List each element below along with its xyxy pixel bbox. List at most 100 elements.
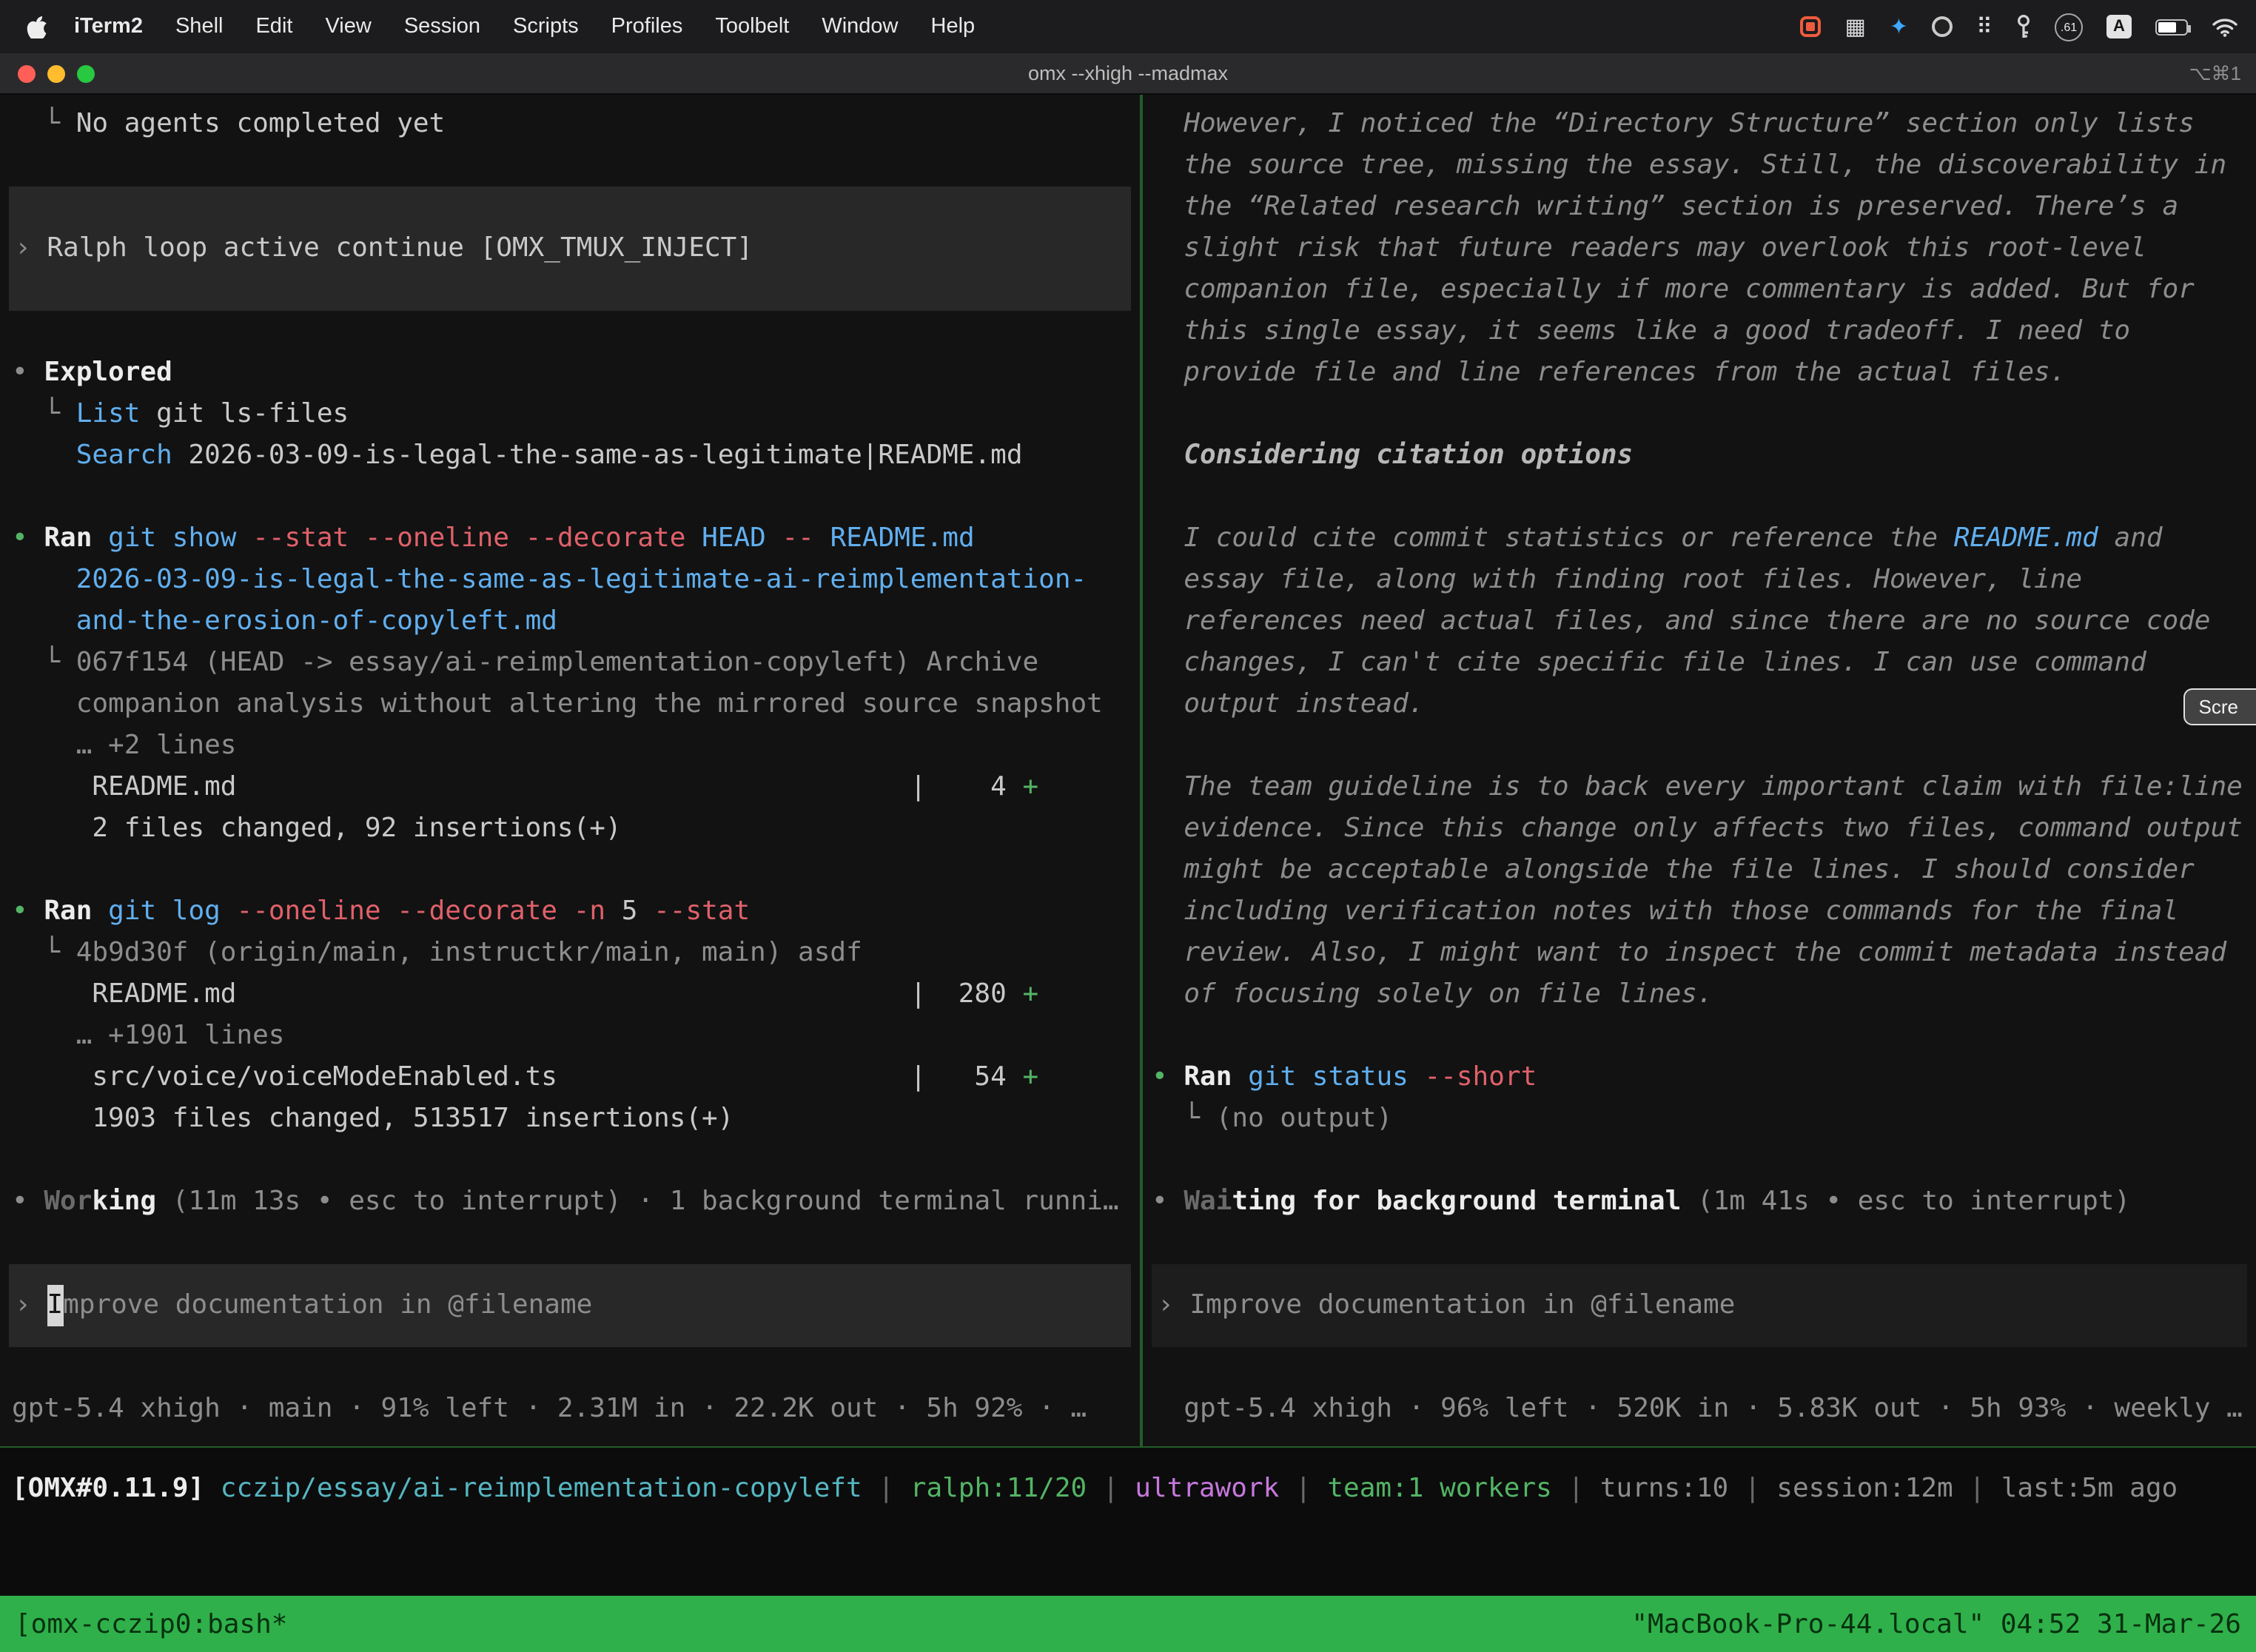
agent-summary-line: └ No agents completed yet [0, 104, 1140, 145]
prompt-input[interactable]: › Improve documentation in @filename [9, 1264, 1131, 1347]
text-segment: review. Also, I might want to inspect th… [1152, 937, 2226, 968]
tmux-status-bar: [omx-cczip0:bash* "MacBook-Pro-44.local"… [0, 1596, 2256, 1652]
text-segment: No agents completed yet [76, 108, 446, 139]
blank-line [0, 1223, 1140, 1264]
key-icon[interactable] [2016, 14, 2031, 39]
text-segment: (no output) [1216, 1103, 1392, 1134]
reasoning-line: companion file, especially if more comme… [1143, 269, 2256, 311]
menu-item-toolbelt[interactable]: Toolbelt [699, 15, 805, 38]
menu-item-edit[interactable]: Edit [239, 15, 309, 38]
close-button[interactable] [18, 65, 36, 83]
text-segment [12, 564, 76, 595]
separator: | [1552, 1473, 1600, 1504]
reasoning-line: might be acceptable alongside the file l… [1143, 850, 2256, 891]
tmux-session-label: [omx-cczip0:bash* [15, 1608, 287, 1639]
blank-line [0, 477, 1140, 518]
reasoning-line: The team guideline is to back every impo… [1143, 767, 2256, 808]
text-segment: essay file, along with finding root file… [1152, 564, 2082, 595]
spark-icon[interactable]: ✦ [1890, 16, 1908, 38]
input-source-indicator[interactable]: A [2106, 15, 2132, 38]
command-line: • Ran git status --short [1143, 1057, 2256, 1098]
traffic-lights [18, 65, 95, 83]
session-status-line: gpt-5.4 xhigh · 96% left · 520K in · 5.8… [1143, 1389, 2256, 1430]
text-segment: └ [12, 937, 76, 968]
reasoning-line: changes, I can't cite specific file line… [1143, 642, 2256, 684]
text-segment: src/voice/voiceModeEnabled.ts | 54 [12, 1061, 1022, 1092]
text-segment: evidence. Since this change only affects… [1152, 813, 2243, 844]
command-output-line: └ 067f154 (HEAD -> essay/ai-reimplementa… [0, 642, 1140, 684]
text-segment: -n [574, 896, 605, 927]
text-segment: Search [76, 440, 172, 471]
app-menu[interactable]: iTerm2 [58, 15, 159, 38]
command-line: • Ran git log --oneline --decorate -n 5 … [0, 891, 1140, 933]
text-segment [92, 896, 108, 927]
menu-item-profiles[interactable]: Profiles [595, 15, 699, 38]
menu-item-help[interactable]: Help [915, 15, 992, 38]
text-segment: List [76, 398, 141, 429]
text-segment: • [12, 523, 44, 554]
text-segment: Ran [44, 523, 92, 554]
reasoning-line: the source tree, missing the essay. Stil… [1143, 145, 2256, 187]
team-label: team:1 workers [1327, 1473, 1551, 1504]
text-segment: Ran [44, 896, 92, 927]
text-segment: Ran [1184, 1061, 1232, 1092]
text-segment: the source tree, missing the essay. Stil… [1152, 150, 2226, 181]
text-segment: of focusing solely on file lines. [1152, 978, 1713, 1010]
prompt-input[interactable]: › Improve documentation in @filename [1152, 1264, 2247, 1347]
tmux-pane-right[interactable]: However, I noticed the “Directory Struct… [1143, 95, 2256, 1446]
zoom-button[interactable] [77, 65, 95, 83]
tmux-pane-left[interactable]: └ No agents completed yet › Ralph loop ac… [0, 95, 1140, 1446]
blank-line [1143, 394, 2256, 435]
menu-item-window[interactable]: Window [805, 15, 914, 38]
text-segment [204, 1473, 221, 1504]
text-segment: + [1022, 1061, 1038, 1092]
text-segment: git status [1248, 1061, 1409, 1092]
dots-grid-icon[interactable]: ⠿ [1976, 16, 1993, 38]
text-segment: … +1901 lines [12, 1020, 284, 1051]
text-segment: Explored [44, 357, 172, 388]
text-segment: • [1152, 1186, 1184, 1217]
menu-item-session[interactable]: Session [388, 15, 497, 38]
text-segment [92, 523, 108, 554]
minimize-button[interactable] [47, 65, 65, 83]
text-segment: README.md | 4 [12, 771, 1022, 802]
text-cursor: I [47, 1285, 63, 1326]
menu-item-shell[interactable]: Shell [159, 15, 240, 38]
menu-item-view[interactable]: View [309, 15, 387, 38]
apple-menu[interactable] [18, 16, 58, 38]
text-segment: --oneline --decorate [237, 896, 558, 927]
text-segment: slight risk that future readers may over… [1152, 232, 2146, 263]
wifi-icon[interactable] [2212, 16, 2238, 37]
reasoning-line: references need actual files, and since … [1143, 601, 2256, 642]
menu-item-scripts[interactable]: Scripts [497, 15, 595, 38]
text-segment [12, 605, 76, 637]
reasoning-line: provide file and line references from th… [1143, 352, 2256, 394]
text-segment: git ls-files [140, 398, 349, 429]
text-segment [221, 896, 237, 927]
screen-recording-indicator-icon[interactable] [1800, 16, 1821, 37]
separator: | [1087, 1473, 1135, 1504]
blank-line [0, 850, 1140, 891]
battery-icon[interactable] [2155, 19, 2188, 35]
screen: iTerm2 ShellEditViewSessionScriptsProfil… [0, 0, 2256, 1652]
app-circle-icon[interactable] [1932, 16, 1953, 37]
text-segment: … +2 lines [12, 730, 236, 761]
blank-line [0, 1140, 1140, 1181]
text-segment [1409, 1061, 1425, 1092]
text-segment: › [15, 228, 47, 269]
screen-overlay-badge[interactable]: Scre [2184, 688, 2256, 725]
reasoning-line: review. Also, I might want to inspect th… [1143, 933, 2256, 974]
blank-line [1143, 1015, 2256, 1057]
tmux-host-time-label: "MacBook-Pro-44.local" 04:52 31-Mar-26 [1631, 1608, 2241, 1639]
text-segment: 067f154 (HEAD -> essay/ai-reimplementati… [76, 647, 1038, 678]
battery-percent-widget[interactable]: .61 [2055, 13, 2083, 41]
text-segment: 5 [605, 896, 654, 927]
blank-line [1143, 1347, 2256, 1389]
text-segment: 1903 files changed, 513517 insertions(+) [12, 1103, 733, 1134]
command-line: • Ran git show --stat --oneline --decora… [0, 518, 1140, 560]
command-output-line: … +1901 lines [0, 1015, 1140, 1057]
text-segment: (1m 41s • esc to interrupt) [1681, 1186, 2130, 1217]
inject-banner: › Ralph loop active continue [OMX_TMUX_I… [9, 187, 1131, 311]
window-grid-icon[interactable]: ▦ [1844, 16, 1865, 38]
text-segment: king [92, 1186, 156, 1217]
